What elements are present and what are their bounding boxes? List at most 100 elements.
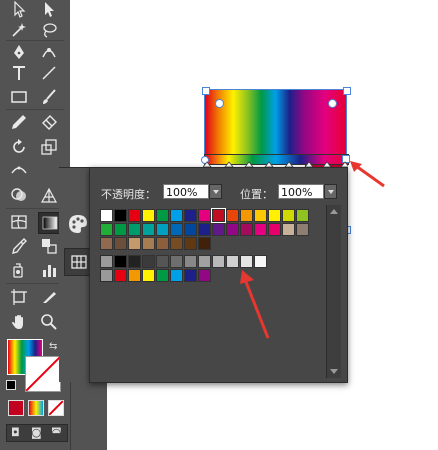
color-swatch[interactable] bbox=[198, 269, 211, 282]
color-swatch[interactable] bbox=[296, 209, 309, 222]
corner-widget-right[interactable] bbox=[328, 99, 337, 108]
color-swatch[interactable] bbox=[254, 223, 267, 236]
color-swatch[interactable] bbox=[198, 209, 211, 222]
default-fill-stroke-icon[interactable] bbox=[6, 380, 16, 390]
position-input[interactable]: 100% bbox=[278, 184, 324, 199]
direct-selection-tool-icon[interactable] bbox=[38, 0, 60, 20]
corner-widget-left[interactable] bbox=[215, 99, 224, 108]
color-swatch[interactable] bbox=[198, 223, 211, 236]
color-swatch[interactable] bbox=[170, 255, 183, 268]
color-swatch[interactable] bbox=[170, 237, 183, 250]
color-swatch[interactable] bbox=[156, 255, 169, 268]
gradient-rectangle[interactable] bbox=[204, 89, 347, 159]
draw-inside-icon[interactable]: ◚ bbox=[51, 426, 62, 439]
position-dropdown-button[interactable] bbox=[324, 184, 337, 199]
color-swatch[interactable] bbox=[100, 237, 113, 250]
color-swatch[interactable] bbox=[226, 209, 239, 222]
rotate-tool-icon[interactable] bbox=[8, 137, 30, 157]
eyedropper-tool-icon[interactable] bbox=[8, 236, 30, 256]
color-swatch[interactable] bbox=[282, 223, 295, 236]
curvature-tool-icon[interactable] bbox=[38, 42, 60, 62]
swatch-group-folder-icon[interactable] bbox=[100, 255, 113, 268]
color-swatch[interactable] bbox=[128, 223, 141, 236]
lasso-tool-icon[interactable] bbox=[38, 20, 60, 40]
color-swatch[interactable] bbox=[184, 255, 197, 268]
color-swatch[interactable] bbox=[226, 223, 239, 236]
color-swatch[interactable] bbox=[156, 223, 169, 236]
zoom-tool-icon[interactable] bbox=[38, 312, 60, 332]
color-swatch[interactable] bbox=[198, 255, 211, 268]
mesh-tool-icon[interactable] bbox=[8, 212, 30, 232]
color-swatch[interactable] bbox=[240, 209, 253, 222]
color-swatch[interactable] bbox=[170, 209, 183, 222]
color-swatch[interactable] bbox=[184, 209, 197, 222]
color-swatch[interactable] bbox=[268, 209, 281, 222]
opacity-input[interactable]: 100% bbox=[163, 184, 209, 199]
color-swatch[interactable] bbox=[211, 208, 226, 223]
eraser-tool-icon[interactable] bbox=[38, 112, 60, 132]
type-tool-icon[interactable] bbox=[8, 63, 30, 83]
color-swatch[interactable] bbox=[156, 209, 169, 222]
color-swatch[interactable] bbox=[170, 269, 183, 282]
color-swatch[interactable] bbox=[268, 223, 281, 236]
color-swatch[interactable] bbox=[142, 255, 155, 268]
pencil-tool-icon[interactable] bbox=[8, 112, 30, 132]
color-swatch[interactable] bbox=[128, 269, 141, 282]
line-tool-icon[interactable] bbox=[38, 63, 60, 83]
draw-behind-icon[interactable]: ◙ bbox=[31, 426, 42, 439]
color-swatch[interactable] bbox=[114, 223, 127, 236]
color-swatch[interactable] bbox=[184, 237, 197, 250]
color-swatch[interactable] bbox=[240, 223, 253, 236]
scale-tool-icon[interactable] bbox=[38, 137, 60, 157]
palette-icon[interactable] bbox=[67, 213, 89, 235]
color-swatch[interactable] bbox=[142, 269, 155, 282]
color-mode-button[interactable] bbox=[8, 400, 24, 416]
color-swatch[interactable] bbox=[114, 209, 127, 222]
shape-builder-tool-icon[interactable] bbox=[8, 185, 30, 205]
color-swatch[interactable] bbox=[128, 237, 141, 250]
color-swatch[interactable] bbox=[100, 209, 113, 222]
color-swatch[interactable] bbox=[142, 209, 155, 222]
color-swatch[interactable] bbox=[198, 237, 211, 250]
selection-tool-icon[interactable] bbox=[8, 0, 30, 20]
width-tool-icon[interactable] bbox=[8, 160, 30, 180]
magic-wand-tool-icon[interactable] bbox=[8, 20, 30, 40]
hand-tool-icon[interactable] bbox=[8, 312, 30, 332]
color-swatch[interactable] bbox=[114, 255, 127, 268]
color-swatch[interactable] bbox=[128, 255, 141, 268]
color-swatch[interactable] bbox=[282, 209, 295, 222]
color-swatch[interactable] bbox=[184, 223, 197, 236]
color-swatch[interactable] bbox=[114, 237, 127, 250]
color-swatch[interactable] bbox=[296, 223, 309, 236]
color-swatch[interactable] bbox=[170, 223, 183, 236]
color-swatch[interactable] bbox=[114, 269, 127, 282]
pen-tool-icon[interactable] bbox=[8, 42, 30, 62]
color-swatch[interactable] bbox=[212, 223, 225, 236]
bounding-handle-tl[interactable] bbox=[202, 87, 210, 95]
artboard-tool-icon[interactable] bbox=[8, 287, 30, 307]
color-swatch[interactable] bbox=[142, 237, 155, 250]
swatch-group-folder-icon[interactable] bbox=[100, 269, 113, 282]
color-swatch[interactable] bbox=[254, 209, 267, 222]
draw-normal-icon[interactable]: ◘ bbox=[11, 426, 20, 439]
column-graph-tool-icon[interactable] bbox=[38, 260, 60, 280]
color-swatch[interactable] bbox=[142, 223, 155, 236]
paintbrush-tool-icon[interactable] bbox=[38, 87, 60, 107]
color-swatch[interactable] bbox=[184, 269, 197, 282]
color-swatch[interactable] bbox=[156, 269, 169, 282]
color-swatch[interactable] bbox=[128, 209, 141, 222]
blend-tool-icon[interactable] bbox=[38, 236, 60, 256]
swatch-scrollbar[interactable] bbox=[326, 205, 341, 378]
color-swatch[interactable] bbox=[100, 223, 113, 236]
rectangle-tool-icon[interactable] bbox=[8, 87, 30, 107]
color-swatch[interactable] bbox=[212, 255, 225, 268]
none-mode-button[interactable] bbox=[48, 400, 64, 416]
symbol-sprayer-tool-icon[interactable] bbox=[8, 260, 30, 280]
perspective-grid-tool-icon[interactable] bbox=[38, 185, 60, 205]
opacity-dropdown-button[interactable] bbox=[209, 184, 222, 199]
color-swatch[interactable] bbox=[156, 237, 169, 250]
bounding-handle-tr[interactable] bbox=[343, 87, 351, 95]
slice-tool-icon[interactable] bbox=[38, 287, 60, 307]
swap-fill-stroke-icon[interactable]: ⇆ bbox=[49, 341, 57, 352]
stroke-swatch[interactable] bbox=[25, 356, 61, 392]
